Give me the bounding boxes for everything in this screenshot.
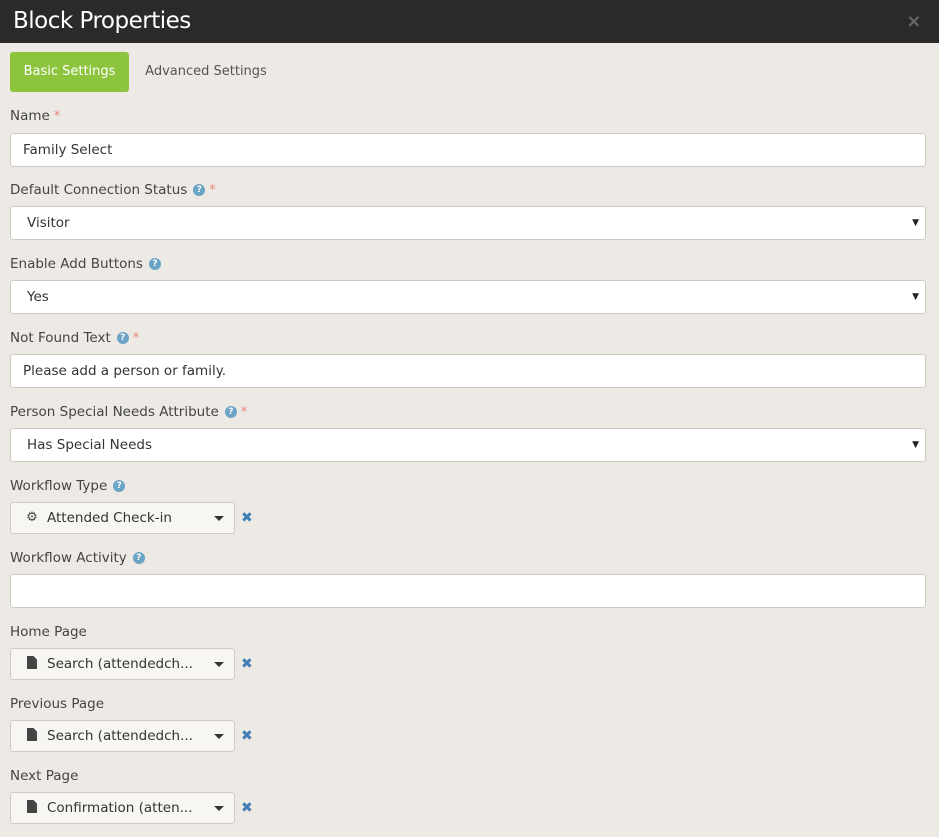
file-icon — [24, 721, 40, 751]
next-page-picker[interactable]: Confirmation (atten... — [10, 792, 235, 824]
chevron-down-icon — [214, 662, 224, 667]
modal-title-bar: Block Properties × — [0, 0, 939, 43]
workflow-type-picker[interactable]: ⚙ Attended Check-in — [10, 502, 235, 534]
home-page-label: Home Page — [10, 624, 87, 640]
default-connection-status-select[interactable]: Visitor ▼ — [10, 206, 926, 240]
help-icon[interactable]: ? — [132, 552, 145, 564]
workflow-activity-input[interactable] — [10, 574, 926, 608]
tab-advanced-settings[interactable]: Advanced Settings — [133, 52, 279, 92]
help-icon[interactable]: ? — [224, 406, 237, 418]
person-special-needs-attribute-label: Person Special Needs Attribute ? * — [10, 404, 248, 420]
chevron-down-icon — [214, 806, 224, 811]
name-input[interactable]: Family Select — [10, 133, 926, 167]
clear-next-page-icon[interactable]: ✖ — [241, 801, 253, 815]
modal-title: Block Properties — [13, 8, 191, 34]
required-indicator: * — [240, 404, 248, 420]
person-special-needs-attribute-select[interactable]: Has Special Needs ▼ — [10, 428, 926, 462]
help-icon[interactable]: ? — [113, 480, 126, 492]
not-found-text-label: Not Found Text ? * — [10, 330, 140, 346]
default-connection-status-label: Default Connection Status ? * — [10, 182, 216, 198]
close-icon[interactable]: × — [906, 0, 921, 43]
chevron-down-icon — [214, 734, 224, 739]
required-indicator: * — [209, 182, 216, 198]
tab-basic-settings[interactable]: Basic Settings — [10, 52, 129, 92]
name-label: Name * — [10, 108, 61, 124]
file-icon — [24, 649, 40, 679]
enable-add-buttons-label: Enable Add Buttons ? — [10, 256, 161, 272]
home-page-picker[interactable]: Search (attendedch... — [10, 648, 235, 680]
workflow-type-label: Workflow Type ? — [10, 478, 126, 494]
chevron-down-icon: ▼ — [912, 292, 919, 302]
chevron-down-icon: ▼ — [912, 218, 919, 228]
previous-page-label: Previous Page — [10, 696, 105, 712]
clear-home-page-icon[interactable]: ✖ — [241, 657, 253, 671]
next-page-label: Next Page — [10, 768, 79, 784]
chevron-down-icon — [214, 516, 224, 521]
required-indicator: * — [53, 108, 61, 124]
help-icon[interactable]: ? — [148, 258, 161, 270]
help-icon[interactable]: ? — [116, 332, 129, 344]
required-indicator: * — [132, 330, 140, 346]
workflow-activity-label: Workflow Activity ? — [10, 550, 145, 566]
chevron-down-icon: ▼ — [912, 440, 919, 450]
enable-add-buttons-select[interactable]: Yes ▼ — [10, 280, 926, 314]
file-icon — [24, 793, 40, 823]
clear-previous-page-icon[interactable]: ✖ — [241, 729, 253, 743]
help-icon[interactable]: ? — [193, 184, 206, 196]
clear-workflow-type-icon[interactable]: ✖ — [241, 511, 253, 525]
previous-page-picker[interactable]: Search (attendedch... — [10, 720, 235, 752]
gears-icon: ⚙ — [26, 510, 38, 525]
not-found-text-input[interactable]: Please add a person or family. — [10, 354, 926, 388]
